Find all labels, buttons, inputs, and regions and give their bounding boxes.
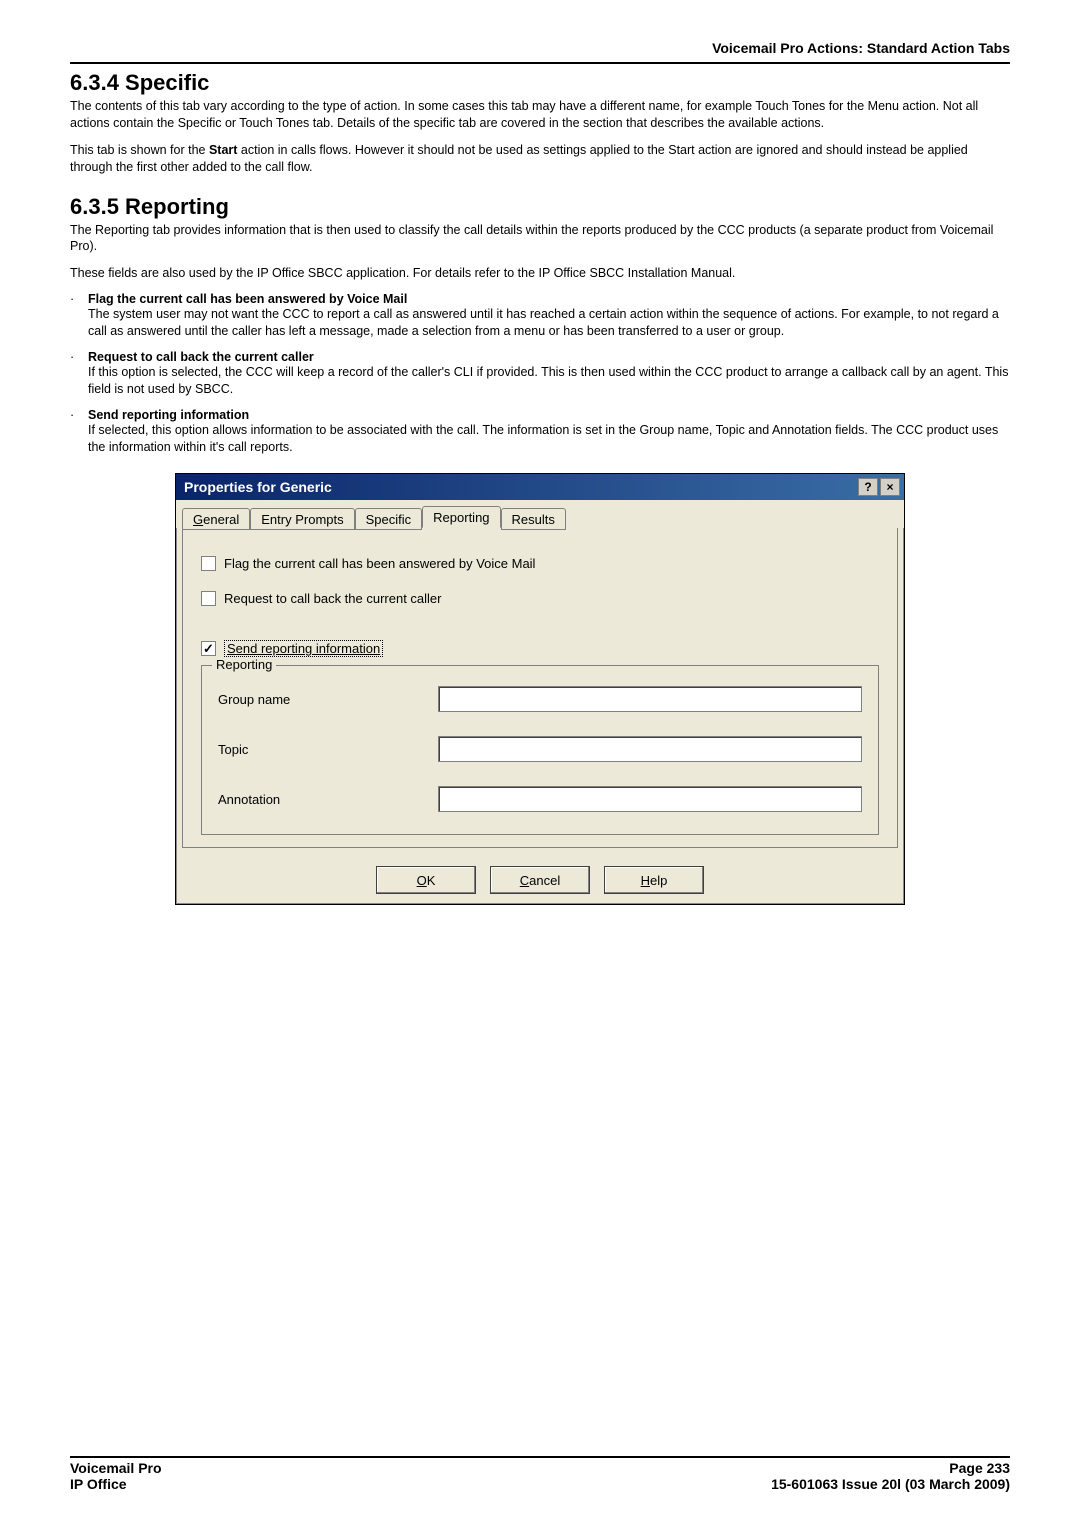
bullet-request-text: If this option is selected, the CCC will…	[88, 364, 1010, 398]
heading-specific: 6.3.4 Specific	[70, 70, 1010, 96]
reporting-para-2: These fields are also used by the IP Off…	[70, 265, 1010, 282]
heading-reporting: 6.3.5 Reporting	[70, 194, 1010, 220]
input-topic[interactable]	[438, 736, 862, 762]
properties-dialog: Properties for Generic ? × General Entry…	[175, 473, 905, 905]
specific-para-1: The contents of this tab vary according …	[70, 98, 1010, 132]
dialog-button-row: OK Cancel Help	[176, 854, 904, 904]
check-send-row: Send reporting information	[201, 640, 879, 657]
field-group-name-row: Group name	[218, 686, 862, 712]
check-request-row: Request to call back the current caller	[201, 591, 879, 606]
label-topic: Topic	[218, 742, 438, 757]
bullet-send-title: Send reporting information	[88, 408, 1010, 422]
bullet-request-title: Request to call back the current caller	[88, 350, 1010, 364]
ok-button[interactable]: OK	[376, 866, 476, 894]
tab-general-u: G	[193, 512, 203, 527]
header-rule	[70, 62, 1010, 64]
bullet-request: · Request to call back the current calle…	[70, 350, 1010, 398]
tab-entry-prompts[interactable]: Entry Prompts	[250, 508, 354, 530]
field-annotation-row: Annotation	[218, 786, 862, 812]
tab-general-label: eneral	[203, 512, 239, 527]
check-send-label: Send reporting information	[224, 640, 383, 657]
reporting-group-legend: Reporting	[212, 657, 276, 672]
reporting-group: Reporting Group name Topic Annotation	[201, 665, 879, 835]
bullet-dot-icon: ·	[70, 408, 88, 456]
page-header-breadcrumb: Voicemail Pro Actions: Standard Action T…	[70, 40, 1010, 58]
cancel-button[interactable]: Cancel	[490, 866, 590, 894]
specific-p2-pre: This tab is shown for the	[70, 143, 209, 157]
page-footer: Voicemail Pro Page 233 IP Office 15-6010…	[70, 1456, 1010, 1492]
cancel-text: ancel	[529, 873, 560, 888]
dialog-close-button[interactable]: ×	[880, 478, 900, 496]
bullet-dot-icon: ·	[70, 350, 88, 398]
bullet-send: · Send reporting information If selected…	[70, 408, 1010, 456]
help-text: elp	[650, 873, 667, 888]
reporting-bullets: · Flag the current call has been answere…	[70, 292, 1010, 455]
reporting-tab-panel: Flag the current call has been answered …	[182, 528, 898, 848]
footer-right-2: 15-601063 Issue 20l (03 March 2009)	[771, 1476, 1010, 1492]
dialog-container: Properties for Generic ? × General Entry…	[175, 473, 905, 905]
label-annotation: Annotation	[218, 792, 438, 807]
dialog-tabs: General Entry Prompts Specific Reporting…	[176, 500, 904, 528]
bullet-send-text: If selected, this option allows informat…	[88, 422, 1010, 456]
field-topic-row: Topic	[218, 736, 862, 762]
specific-para-2: This tab is shown for the Start action i…	[70, 142, 1010, 176]
footer-rule	[70, 1456, 1010, 1458]
check-request[interactable]	[201, 591, 216, 606]
check-send[interactable]	[201, 641, 216, 656]
footer-right-1: Page 233	[949, 1460, 1010, 1476]
footer-left-1: Voicemail Pro	[70, 1460, 162, 1476]
tab-results[interactable]: Results	[501, 508, 566, 530]
tab-reporting[interactable]: Reporting	[422, 506, 500, 528]
check-request-label: Request to call back the current caller	[224, 591, 442, 606]
cancel-u: C	[520, 873, 529, 888]
check-flag[interactable]	[201, 556, 216, 571]
bullet-flag-text: The system user may not want the CCC to …	[88, 306, 1010, 340]
dialog-title: Properties for Generic	[184, 479, 858, 495]
footer-left-2: IP Office	[70, 1476, 127, 1492]
help-button[interactable]: Help	[604, 866, 704, 894]
check-flag-label: Flag the current call has been answered …	[224, 556, 535, 571]
bullet-flag-title: Flag the current call has been answered …	[88, 292, 1010, 306]
help-u: H	[641, 873, 650, 888]
bullet-flag: · Flag the current call has been answere…	[70, 292, 1010, 340]
input-annotation[interactable]	[438, 786, 862, 812]
reporting-para-1: The Reporting tab provides information t…	[70, 222, 1010, 256]
tab-general[interactable]: General	[182, 508, 250, 530]
bullet-dot-icon: ·	[70, 292, 88, 340]
tab-specific[interactable]: Specific	[355, 508, 423, 530]
specific-p2-bold: Start	[209, 143, 237, 157]
dialog-help-button[interactable]: ?	[858, 478, 878, 496]
dialog-titlebar[interactable]: Properties for Generic ? ×	[176, 474, 904, 500]
ok-text: K	[427, 873, 436, 888]
input-group-name[interactable]	[438, 686, 862, 712]
ok-u: O	[417, 873, 427, 888]
label-group-name: Group name	[218, 692, 438, 707]
check-flag-row: Flag the current call has been answered …	[201, 556, 879, 571]
